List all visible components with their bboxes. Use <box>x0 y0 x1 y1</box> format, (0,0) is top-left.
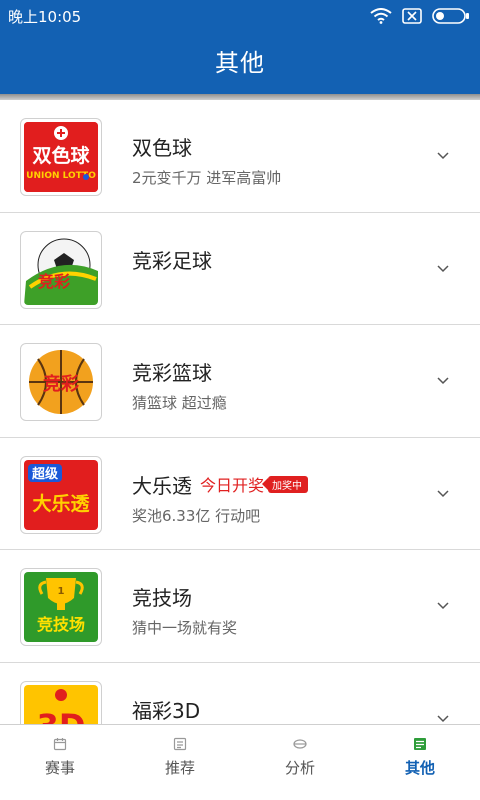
item-subtitle: 2元变千万 进军高富帅 <box>132 169 282 187</box>
daletou-logo: 超级 大乐透 <box>20 455 102 534</box>
tab-label: 赛事 <box>44 759 75 777</box>
sim-icon <box>402 8 422 24</box>
tab-events[interactable]: 赛事 <box>0 725 120 800</box>
list-item-shuangseqiu[interactable]: 双色球 UNION LOTTO 双色球 2元变千万 进军高富帅 <box>0 100 480 213</box>
chevron-down-icon <box>437 602 449 610</box>
svg-text:1: 1 <box>58 586 65 597</box>
bottom-tab-bar: 赛事 推荐 分析 其他 <box>0 724 480 800</box>
chevron-down-icon <box>437 377 449 385</box>
item-subtitle: 奖池6.33亿 行动吧 <box>132 506 261 525</box>
other-icon <box>414 738 426 750</box>
shuangseqiu-logo: 双色球 UNION LOTTO <box>20 118 102 196</box>
item-title: 竞技场 <box>132 586 192 610</box>
list-item-jingcai-basketball[interactable]: 竞彩 竞彩篮球 猜篮球 超过瘾 <box>0 325 480 438</box>
chevron-down-icon <box>437 489 449 497</box>
chevron-down-icon <box>437 152 449 160</box>
tab-recommend[interactable]: 推荐 <box>120 725 240 800</box>
draw-today-tag: 今日开奖 <box>200 475 265 495</box>
item-title: 竞彩篮球 <box>132 361 212 385</box>
status-bar: 晚上10:05 <box>0 0 480 32</box>
analysis-icon <box>293 739 307 749</box>
tab-label: 其他 <box>404 759 435 777</box>
tab-other[interactable]: 其他 <box>360 725 480 800</box>
fucai-3d-logo: 3D <box>20 680 102 725</box>
item-subtitle: 猜篮球 超过瘾 <box>132 394 227 412</box>
svg-text:超级: 超级 <box>32 466 59 482</box>
list-item-fucai-3d[interactable]: 3D 福彩3D <box>0 662 480 725</box>
chevron-down-icon <box>437 714 449 722</box>
svg-text:双色球: 双色球 <box>32 144 90 167</box>
svg-text:竞彩: 竞彩 <box>43 373 79 395</box>
svg-text:竞技场: 竞技场 <box>37 615 85 634</box>
lottery-list: 双色球 UNION LOTTO 双色球 2元变千万 进军高富帅 竞彩 竞彩足球 … <box>0 100 480 724</box>
jingjichang-logo: 1 竞技场 <box>20 568 102 646</box>
wifi-icon <box>370 8 392 24</box>
item-title-text: 大乐透 <box>132 473 192 498</box>
item-title: 大乐透 今日开奖 加奖中 <box>132 470 309 499</box>
svg-text:大乐透: 大乐透 <box>32 492 90 515</box>
recommend-icon <box>173 737 187 751</box>
item-subtitle: 猜中一场就有奖 <box>132 619 238 637</box>
item-title: 竞彩足球 <box>132 248 212 273</box>
list-item-jingjichang[interactable]: 1 竞技场 竞技场 猜中一场就有奖 <box>0 550 480 663</box>
svg-text:竞彩: 竞彩 <box>38 272 70 291</box>
bonus-badge: 加奖中 <box>262 475 309 493</box>
calendar-icon <box>53 738 67 751</box>
tab-label: 推荐 <box>164 759 195 777</box>
jingcai-football-logo: 竞彩 <box>20 230 102 309</box>
status-icons <box>370 8 470 24</box>
item-title: 双色球 <box>132 136 192 160</box>
list-item-jingcai-football[interactable]: 竞彩 竞彩足球 <box>0 212 480 325</box>
battery-icon <box>432 8 469 24</box>
chevron-down-icon <box>437 264 449 272</box>
status-time: 晚上10:05 <box>8 8 82 26</box>
item-title: 福彩3D <box>132 698 201 723</box>
page-title: 其他 <box>215 49 265 77</box>
tab-analysis[interactable]: 分析 <box>240 725 360 800</box>
svg-text:3D: 3D <box>37 707 86 725</box>
jingcai-basketball-logo: 竞彩 <box>20 343 102 421</box>
list-item-daletou[interactable]: 超级 大乐透 大乐透 今日开奖 加奖中 奖池6.33亿 行动吧 <box>0 437 480 550</box>
header: 其他 <box>0 32 480 94</box>
tab-label: 分析 <box>284 759 315 777</box>
